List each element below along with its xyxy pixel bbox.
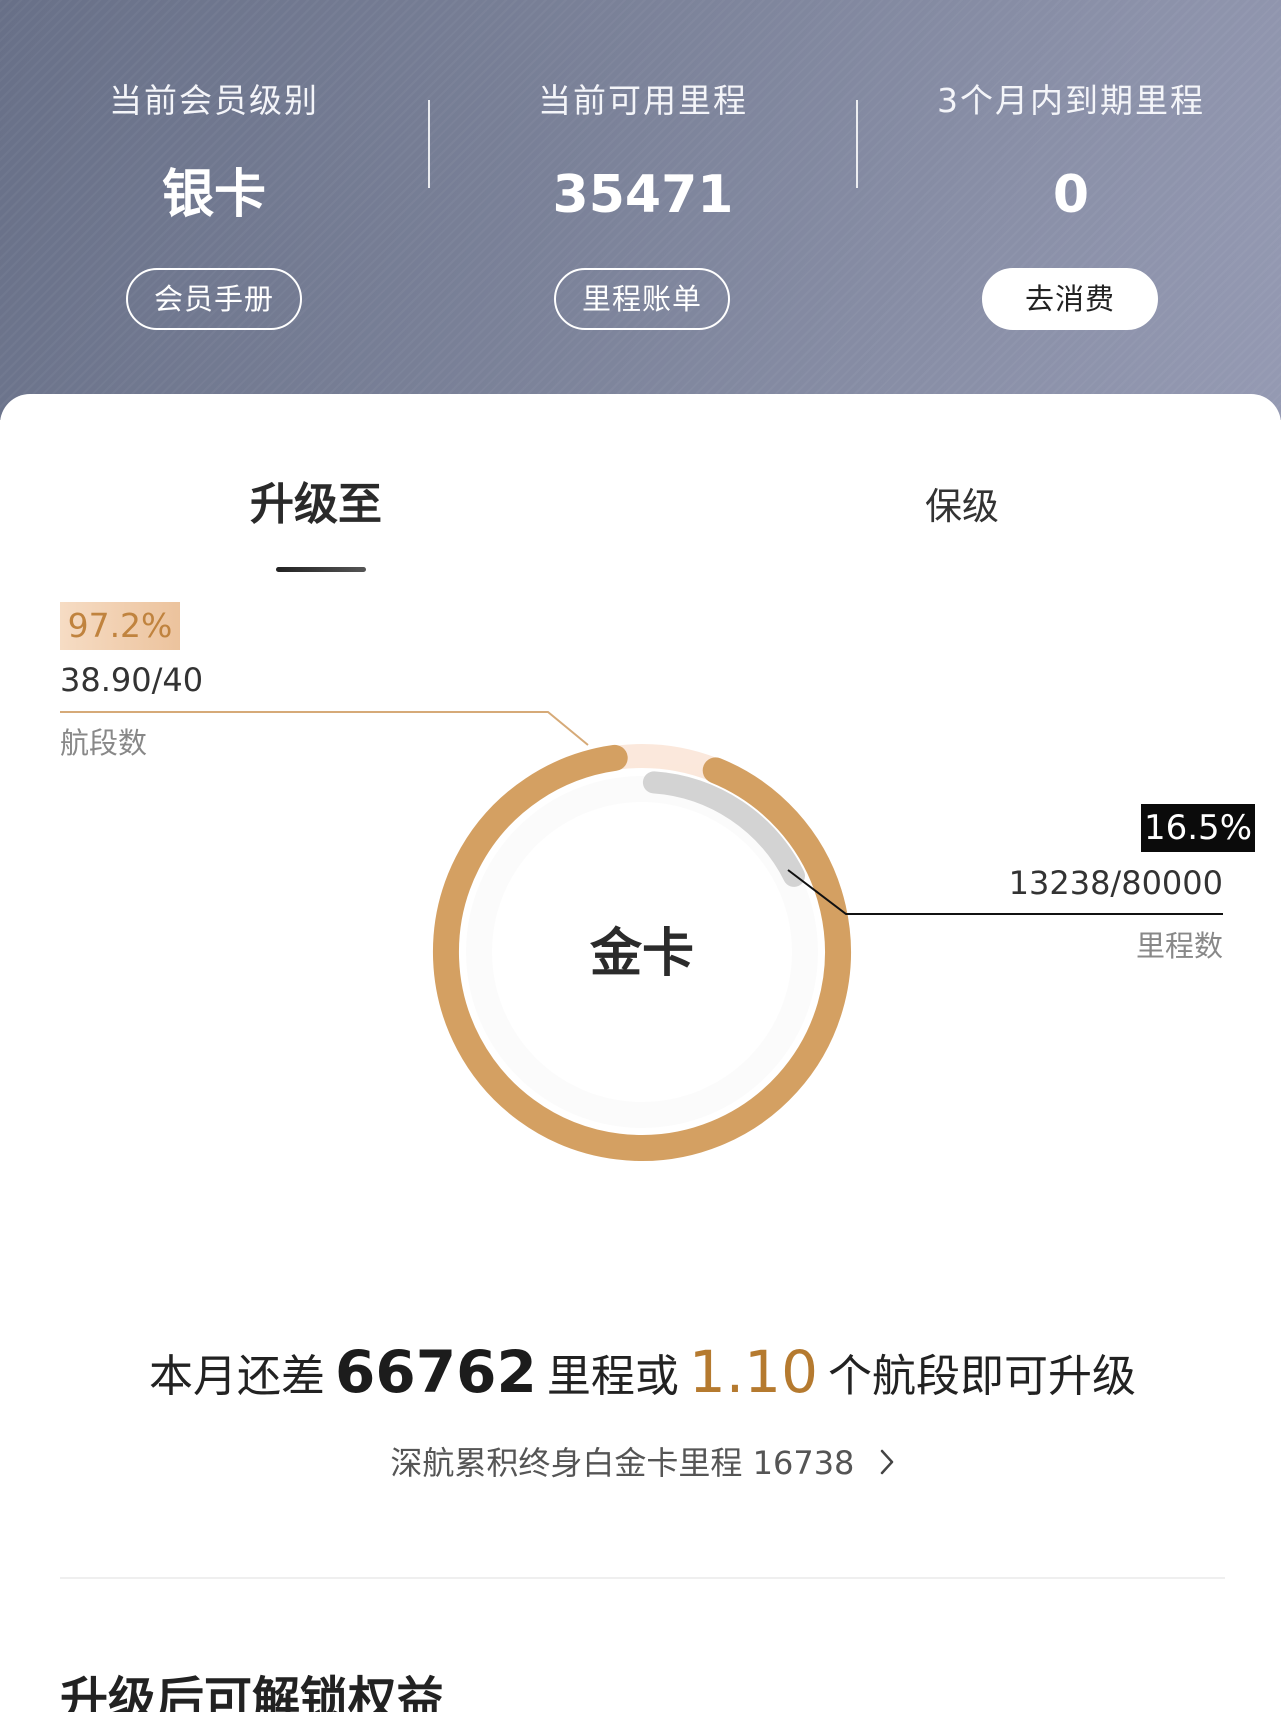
summary-suffix: 个航段即可升级: [827, 1351, 1136, 1402]
segments-percent-badge: 97.2%: [60, 602, 180, 650]
page: 当前会员级别 银卡 当前可用里程 35471 3个月内到期里程 0 会员手册 里…: [0, 0, 1285, 1712]
lifetime-label: 深航累积终身白金卡里程: [390, 1444, 743, 1482]
chevron-right-icon: [879, 1442, 895, 1488]
section-divider: [60, 1577, 1225, 1579]
lifetime-value: 16738: [752, 1444, 855, 1482]
mileage-percent-badge: 16.5%: [1141, 804, 1255, 852]
mileage-ratio: 13238/80000: [1008, 864, 1223, 902]
segments-label: 航段数: [60, 726, 148, 760]
segments-needed: 1.10: [688, 1338, 818, 1406]
lifetime-platinum-link[interactable]: 深航累积终身白金卡里程 16738: [0, 1440, 1285, 1488]
upgrade-summary: 本月还差 66762 里程或 1.10 个航段即可升级: [0, 1338, 1285, 1406]
segments-ratio: 38.90/40: [60, 661, 204, 699]
summary-prefix: 本月还差: [149, 1351, 326, 1402]
summary-middle: 里程或: [546, 1351, 679, 1402]
mileage-label: 里程数: [1135, 929, 1223, 963]
target-tier-label: 金卡: [589, 924, 694, 984]
section-title-benefits: 升级后可解锁权益: [60, 1672, 445, 1712]
miles-needed: 66762: [335, 1338, 537, 1406]
